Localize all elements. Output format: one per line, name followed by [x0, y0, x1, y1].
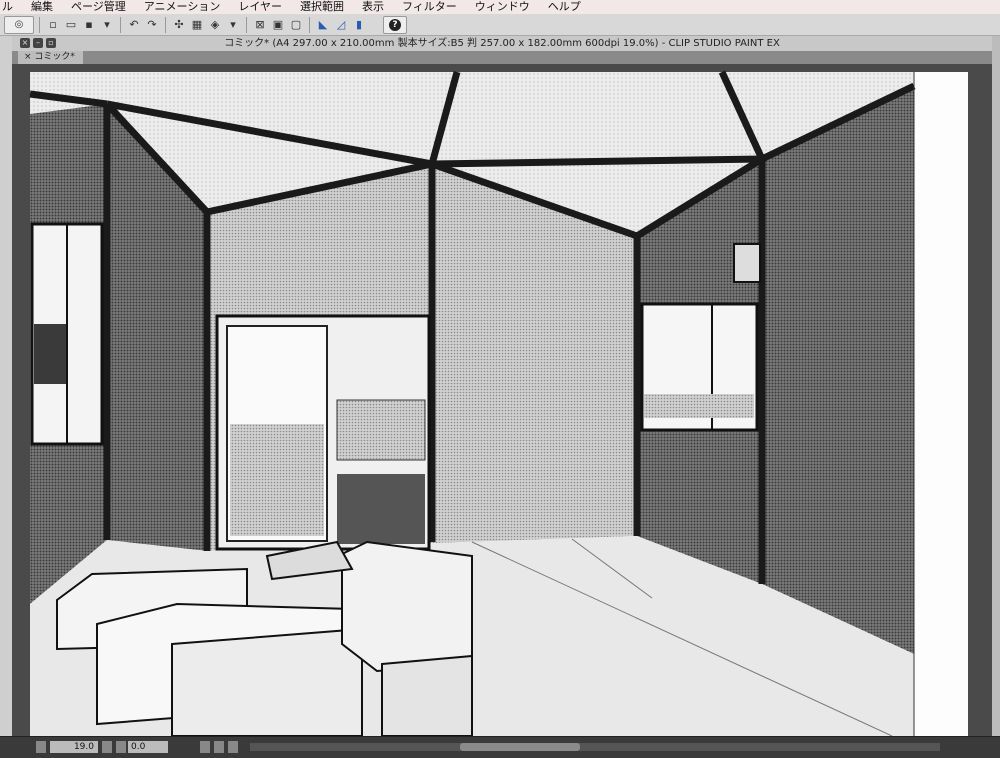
- save-icon[interactable]: ▪: [81, 17, 97, 33]
- menu-item-page[interactable]: ページ管理: [62, 0, 135, 14]
- menu-item-file[interactable]: ル: [0, 0, 22, 14]
- zoom-level-field[interactable]: 19.0: [50, 741, 98, 753]
- clear-icon[interactable]: ⊠: [252, 17, 268, 33]
- right-panel-edge[interactable]: [992, 36, 1000, 736]
- canvas-area[interactable]: [12, 64, 992, 736]
- document-tab-strip: × コミック*: [12, 51, 992, 64]
- menu-item-edit[interactable]: 編集: [22, 0, 62, 14]
- toolbar-divider: [120, 16, 121, 33]
- menu-item-layer[interactable]: レイヤー: [229, 0, 291, 14]
- dropdown-icon[interactable]: ▾: [225, 17, 241, 33]
- clip-studio-logo-icon[interactable]: ◎: [4, 15, 34, 34]
- menu-bar: ル 編集 ページ管理 アニメーション レイヤー 選択範囲 表示 フィルター ウィ…: [0, 0, 1000, 14]
- manga-illustration[interactable]: [12, 64, 992, 736]
- open-folder-icon[interactable]: ▭: [63, 17, 79, 33]
- grid-icon[interactable]: ▦: [189, 17, 205, 33]
- fill-icon[interactable]: ◈: [207, 17, 223, 33]
- help-icon: ?: [389, 18, 401, 31]
- selection-icon[interactable]: ▢: [288, 17, 304, 33]
- scrollbar-thumb[interactable]: [460, 743, 580, 751]
- horizontal-scrollbar[interactable]: [250, 743, 940, 751]
- menu-item-window[interactable]: ウィンドウ: [466, 0, 539, 14]
- toolbar-divider: [39, 16, 40, 33]
- fit-icon[interactable]: [116, 741, 126, 753]
- toolbar-divider: [309, 16, 310, 33]
- close-tab-icon[interactable]: ×: [24, 52, 34, 62]
- rotation-angle-field[interactable]: 0.0: [128, 741, 168, 753]
- menu-item-view[interactable]: 表示: [353, 0, 393, 14]
- menu-item-help[interactable]: ヘルプ: [539, 0, 590, 14]
- document-title-bar: × – ▫ コミック* (A4 297.00 x 210.00mm 製本サイズ:…: [12, 36, 992, 52]
- help-button[interactable]: ?: [383, 15, 407, 34]
- status-bar: 19.0 0.0: [0, 736, 1000, 758]
- menu-item-selection[interactable]: 選択範囲: [291, 0, 353, 14]
- undo-icon[interactable]: ↶: [126, 17, 142, 33]
- menu-item-animation[interactable]: アニメーション: [135, 0, 230, 14]
- menu-item-filter[interactable]: フィルター: [393, 0, 466, 14]
- toolbar-divider: [165, 16, 166, 33]
- tab-label: コミック*: [34, 52, 75, 62]
- rotate-left-icon[interactable]: [200, 741, 210, 753]
- ventilation-grill: [733, 243, 761, 283]
- zoom-in-icon[interactable]: [102, 741, 112, 753]
- grid-snap-icon[interactable]: ▮: [351, 17, 367, 33]
- layer-icon[interactable]: ▣: [270, 17, 286, 33]
- ruler-snap-icon[interactable]: ◣: [315, 17, 331, 33]
- toolbar-divider: [246, 16, 247, 33]
- redo-icon[interactable]: ↷: [144, 17, 160, 33]
- rotate-right-icon[interactable]: [214, 741, 224, 753]
- tab-comic[interactable]: × コミック*: [18, 51, 83, 64]
- transform-icon[interactable]: ✣: [171, 17, 187, 33]
- right-wall: [762, 86, 914, 654]
- new-file-icon[interactable]: ▫: [45, 17, 61, 33]
- reset-rotation-icon[interactable]: [228, 741, 238, 753]
- command-bar: ◎ ▫ ▭ ▪ ▾ ↶ ↷ ✣ ▦ ◈ ▾ ⊠ ▣ ▢ ◣ ◿ ▮ ?: [0, 14, 1000, 36]
- window-title: コミック* (A4 297.00 x 210.00mm 製本サイズ:B5 判 2…: [224, 38, 780, 49]
- zoom-out-icon[interactable]: [36, 741, 46, 753]
- dropdown-icon[interactable]: ▾: [99, 17, 115, 33]
- special-ruler-snap-icon[interactable]: ◿: [333, 17, 349, 33]
